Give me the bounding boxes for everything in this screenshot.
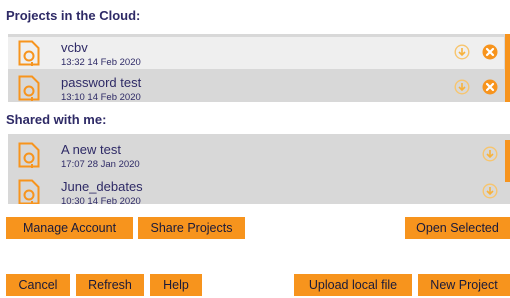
new-project-button[interactable]: New Project — [418, 274, 510, 296]
download-icon[interactable] — [482, 183, 498, 199]
project-date: 17:07 28 Jan 2020 — [61, 159, 140, 170]
help-button[interactable]: Help — [150, 274, 202, 296]
project-name: A new test — [61, 142, 121, 157]
list-item[interactable]: June_debates 10:30 14 Feb 2020 — [8, 176, 504, 204]
delete-icon[interactable] — [482, 44, 498, 60]
cloud-projects-list[interactable]: vcbv 13:32 14 Feb 2020 password test 13:… — [8, 34, 510, 102]
project-date: 13:32 14 Feb 2020 — [61, 57, 141, 68]
list-item[interactable]: A new test 17:07 28 Jan 2020 — [8, 139, 504, 171]
download-icon[interactable] — [482, 146, 498, 162]
shared-projects-list[interactable]: A new test 17:07 28 Jan 2020 June_debate… — [8, 134, 510, 204]
project-date: 13:10 14 Feb 2020 — [61, 92, 141, 102]
project-date: 10:30 14 Feb 2020 — [61, 196, 141, 204]
project-name: password test — [61, 75, 142, 90]
project-name: June_debates — [61, 179, 143, 194]
delete-icon[interactable] — [482, 79, 498, 95]
list-item[interactable]: vcbv 13:32 14 Feb 2020 — [8, 37, 504, 69]
shared-list-scrollbar[interactable] — [505, 140, 510, 182]
document-icon — [18, 75, 40, 101]
shared-section-title: Shared with me: — [6, 112, 107, 127]
cancel-button[interactable]: Cancel — [6, 274, 70, 296]
list-item[interactable]: password test 13:10 14 Feb 2020 — [8, 72, 504, 102]
project-name: vcbv — [61, 40, 88, 55]
download-icon[interactable] — [454, 44, 470, 60]
share-projects-button[interactable]: Share Projects — [138, 217, 245, 239]
open-selected-button[interactable]: Open Selected — [405, 217, 510, 239]
manage-account-button[interactable]: Manage Account — [6, 217, 133, 239]
download-icon[interactable] — [454, 79, 470, 95]
cloud-list-scrollbar[interactable] — [505, 34, 510, 102]
cloud-section-title: Projects in the Cloud: — [6, 8, 141, 23]
refresh-button[interactable]: Refresh — [76, 274, 144, 296]
document-icon — [18, 179, 40, 204]
upload-local-file-button[interactable]: Upload local file — [294, 274, 412, 296]
document-icon — [18, 142, 40, 168]
document-icon — [18, 40, 40, 66]
